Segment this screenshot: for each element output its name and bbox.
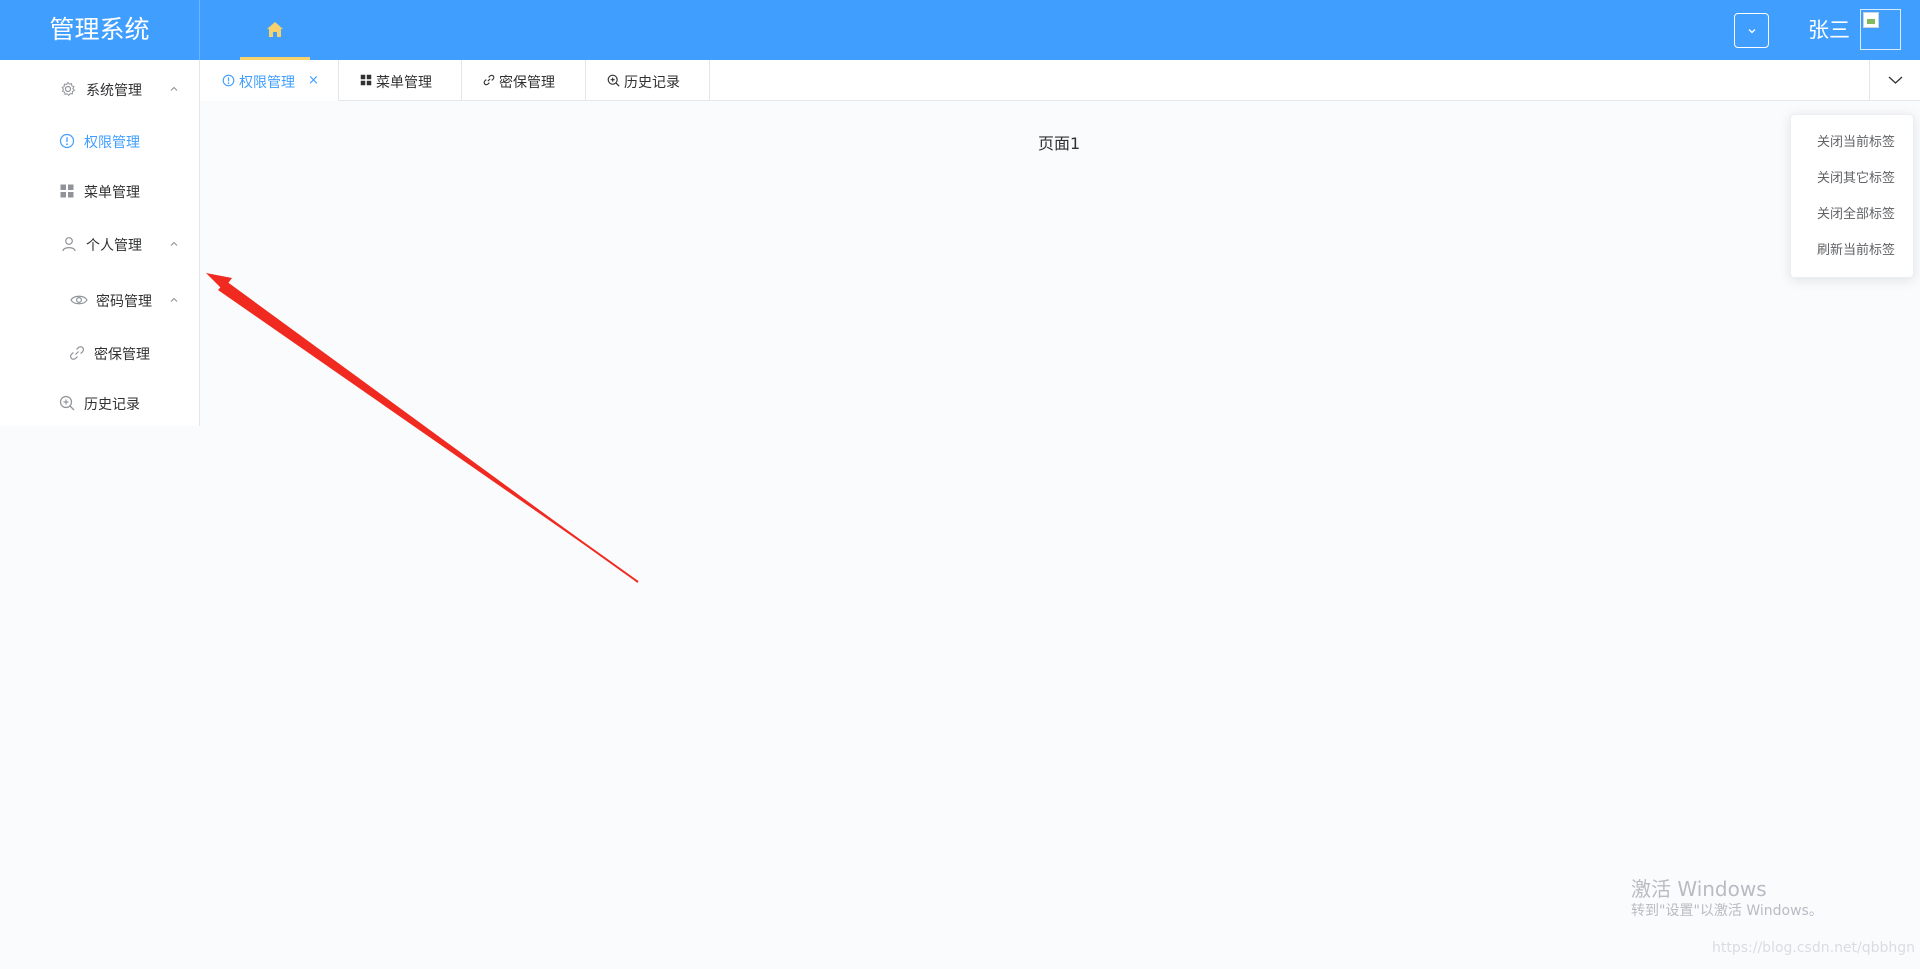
sidebar-item-password[interactable]: 密码管理 (0, 280, 199, 320)
user-name[interactable]: 张三 (1808, 0, 1850, 60)
grid-icon (360, 74, 372, 86)
avatar[interactable] (1860, 9, 1901, 50)
sidebar-menu: 系统管理 权限管理 菜单管理 个人管理 密码管理 密保管理 历史记录 (0, 60, 200, 426)
tab-permission[interactable]: 权限管理 × (200, 60, 339, 101)
sidebar-item-security[interactable]: 密保管理 (0, 333, 199, 373)
zoom-in-icon (59, 395, 75, 411)
chevron-up-icon (170, 241, 178, 246)
link-icon (69, 346, 85, 360)
close-other-tabs-item[interactable]: 关闭其它标签 (1791, 165, 1913, 193)
gear-icon (61, 81, 76, 97)
chevron-up-icon (170, 86, 178, 91)
grid-icon (60, 184, 74, 198)
home-nav-tab[interactable] (240, 0, 310, 60)
sidebar-item-label: 密保管理 (94, 347, 150, 363)
info-circle-icon (59, 133, 75, 149)
home-icon (267, 22, 283, 37)
sidebar-item-label: 系统管理 (86, 83, 142, 99)
tab-close-icon[interactable]: × (308, 73, 319, 88)
chevron-down-icon (1888, 76, 1903, 84)
tab-label: 菜单管理 (376, 75, 432, 91)
tab-context-menu: 关闭当前标签 关闭其它标签 关闭全部标签 刷新当前标签 (1790, 114, 1914, 278)
tab-more-button[interactable] (1869, 60, 1920, 101)
tab-label: 密保管理 (499, 75, 555, 91)
page-content-text: 页面1 (1038, 134, 1081, 153)
sidebar-item-label: 权限管理 (84, 135, 140, 151)
tab-menu[interactable]: 菜单管理 (339, 60, 462, 101)
zoom-in-icon (607, 74, 620, 87)
sidebar-item-label: 历史记录 (84, 397, 140, 413)
header-dropdown-button[interactable] (1734, 13, 1769, 48)
close-current-tab-item[interactable]: 关闭当前标签 (1791, 129, 1913, 157)
windows-activation-title: 激活 Windows (1631, 877, 1767, 901)
refresh-current-tab-item[interactable]: 刷新当前标签 (1791, 237, 1913, 265)
chevron-up-icon (170, 297, 178, 302)
eye-icon (70, 295, 88, 305)
tab-security[interactable]: 密保管理 (462, 60, 586, 101)
top-header: 管理系统 张三 (0, 0, 1920, 60)
app-title: 管理系统 (0, 0, 200, 60)
broken-image-icon (1863, 12, 1879, 28)
windows-activation-hint: 转到"设置"以激活 Windows。 (1631, 903, 1823, 919)
sidebar-item-menu[interactable]: 菜单管理 (0, 171, 199, 211)
source-url-watermark: https://blog.csdn.net/qbbhgn (1712, 940, 1916, 956)
sidebar-item-label: 密码管理 (96, 294, 152, 310)
tab-label: 权限管理 (239, 75, 295, 91)
link-icon (483, 74, 495, 86)
sidebar-item-personal[interactable]: 个人管理 (0, 224, 199, 264)
tab-label: 历史记录 (624, 75, 680, 91)
close-all-tabs-item[interactable]: 关闭全部标签 (1791, 201, 1913, 229)
tab-bar: 权限管理 × 菜单管理 密保管理 历史记录 (200, 60, 1920, 101)
info-circle-icon (222, 74, 235, 87)
chevron-down-icon (1748, 29, 1756, 34)
user-icon (62, 237, 76, 252)
sidebar-item-label: 菜单管理 (84, 185, 140, 201)
sidebar-item-system[interactable]: 系统管理 (0, 69, 199, 109)
tab-history[interactable]: 历史记录 (586, 60, 710, 101)
red-annotation-arrow (206, 273, 639, 583)
sidebar-item-permission[interactable]: 权限管理 (0, 121, 199, 161)
sidebar-item-history[interactable]: 历史记录 (0, 383, 199, 423)
sidebar-item-label: 个人管理 (86, 238, 142, 254)
